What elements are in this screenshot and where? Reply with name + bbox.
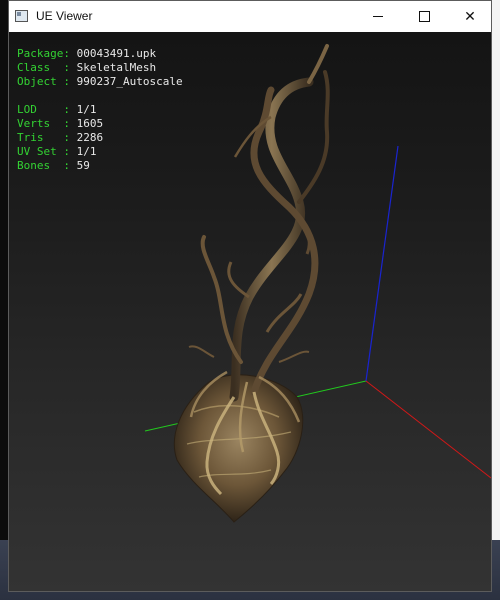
info-bones-row: Bones : 59 <box>17 159 90 173</box>
uvset-label: UV Set : <box>17 145 70 158</box>
info-lod-row: LOD : 1/1 <box>17 103 96 117</box>
axis-z-line <box>365 145 399 382</box>
window-title: UE Viewer <box>36 9 93 23</box>
info-uvset-row: UV Set : 1/1 <box>17 145 96 159</box>
app-icon <box>15 10 28 22</box>
tris-label: Tris : <box>17 131 70 144</box>
lod-label: LOD : <box>17 103 70 116</box>
tris-value: 2286 <box>76 131 104 144</box>
minimize-icon <box>373 16 383 17</box>
object-value: 990237_Autoscale <box>76 75 183 88</box>
verts-value: 1605 <box>76 117 104 130</box>
minimize-button[interactable] <box>355 1 401 32</box>
info-verts-row: Verts : 1605 <box>17 117 103 131</box>
bones-label: Bones : <box>17 159 70 172</box>
verts-label: Verts : <box>17 117 70 130</box>
info-package-row: Package: 00043491.upk <box>17 47 156 61</box>
lod-value: 1/1 <box>76 103 97 116</box>
info-object-row: Object : 990237_Autoscale <box>17 75 183 89</box>
info-tris-row: Tris : 2286 <box>17 131 103 145</box>
axis-x-line <box>365 380 491 479</box>
package-value: 00043491.upk <box>76 47 157 60</box>
class-label: Class : <box>17 61 70 74</box>
3d-viewport[interactable]: Package: 00043491.upk Class : SkeletalMe… <box>9 32 491 591</box>
info-class-row: Class : SkeletalMesh <box>17 61 156 75</box>
root-mesh-twist <box>250 86 319 396</box>
ue-viewer-window: UE Viewer ✕ Package: 00043491.upk Class … <box>8 0 492 592</box>
package-label: Package: <box>17 47 70 60</box>
maximize-icon <box>418 11 430 22</box>
close-icon: ✕ <box>464 8 476 25</box>
maximize-button[interactable] <box>401 1 447 32</box>
uvset-value: 1/1 <box>76 145 97 158</box>
object-label: Object : <box>17 75 70 88</box>
class-value: SkeletalMesh <box>76 61 157 74</box>
bones-value: 59 <box>76 159 90 172</box>
close-button[interactable]: ✕ <box>447 1 493 32</box>
title-bar[interactable]: UE Viewer ✕ <box>9 1 491 32</box>
background-window-strip <box>492 0 500 600</box>
